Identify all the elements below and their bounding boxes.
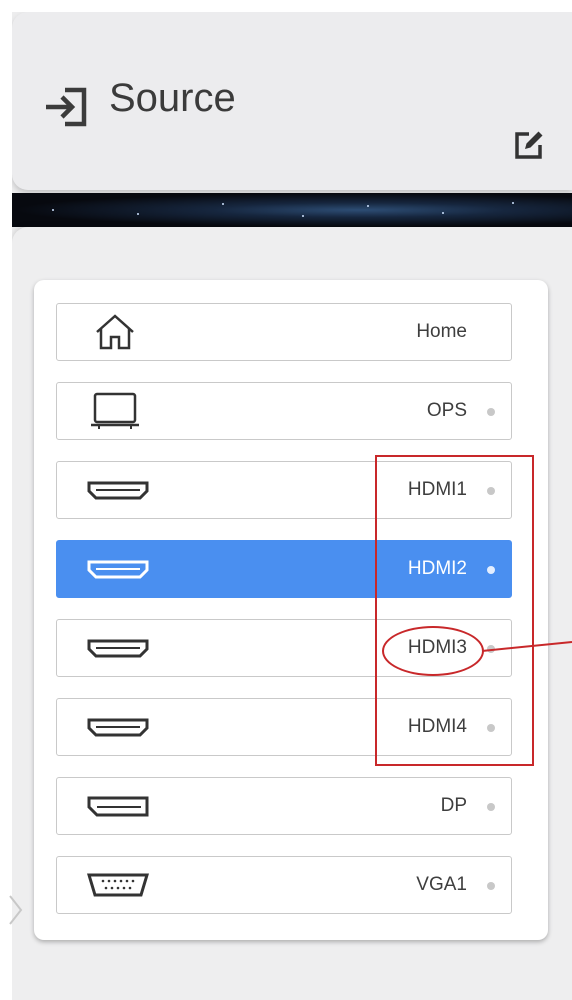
status-dot <box>487 408 495 416</box>
source-item-ops[interactable]: OPS <box>56 382 512 440</box>
chevron-right-icon[interactable] <box>7 892 27 928</box>
status-dot <box>487 803 495 811</box>
home-icon <box>96 314 134 350</box>
source-item-home[interactable]: Home <box>56 303 512 361</box>
source-label: VGA1 <box>416 874 467 895</box>
header-banner <box>12 193 572 227</box>
source-header: Source <box>12 12 572 190</box>
hdmi-port-icon <box>87 481 149 500</box>
monitor-icon <box>91 392 139 429</box>
hdmi-port-icon <box>87 718 149 737</box>
status-dot <box>487 882 495 890</box>
edit-icon[interactable] <box>512 128 546 162</box>
source-label: OPS <box>426 400 467 421</box>
source-input-icon <box>46 87 87 127</box>
source-label: Home <box>416 321 467 342</box>
vga-port-icon <box>87 873 149 897</box>
annotation-ellipse <box>382 626 484 676</box>
annotation-callout-line <box>481 641 572 652</box>
displayport-icon <box>87 796 149 817</box>
source-label: DP <box>440 795 467 816</box>
source-item-vga1[interactable]: VGA1 <box>56 856 512 914</box>
hdmi-port-icon <box>87 639 149 658</box>
annotation-box <box>375 455 534 766</box>
source-item-dp[interactable]: DP <box>56 777 512 835</box>
page-title: Source <box>109 76 236 120</box>
hdmi-port-icon <box>87 560 149 579</box>
